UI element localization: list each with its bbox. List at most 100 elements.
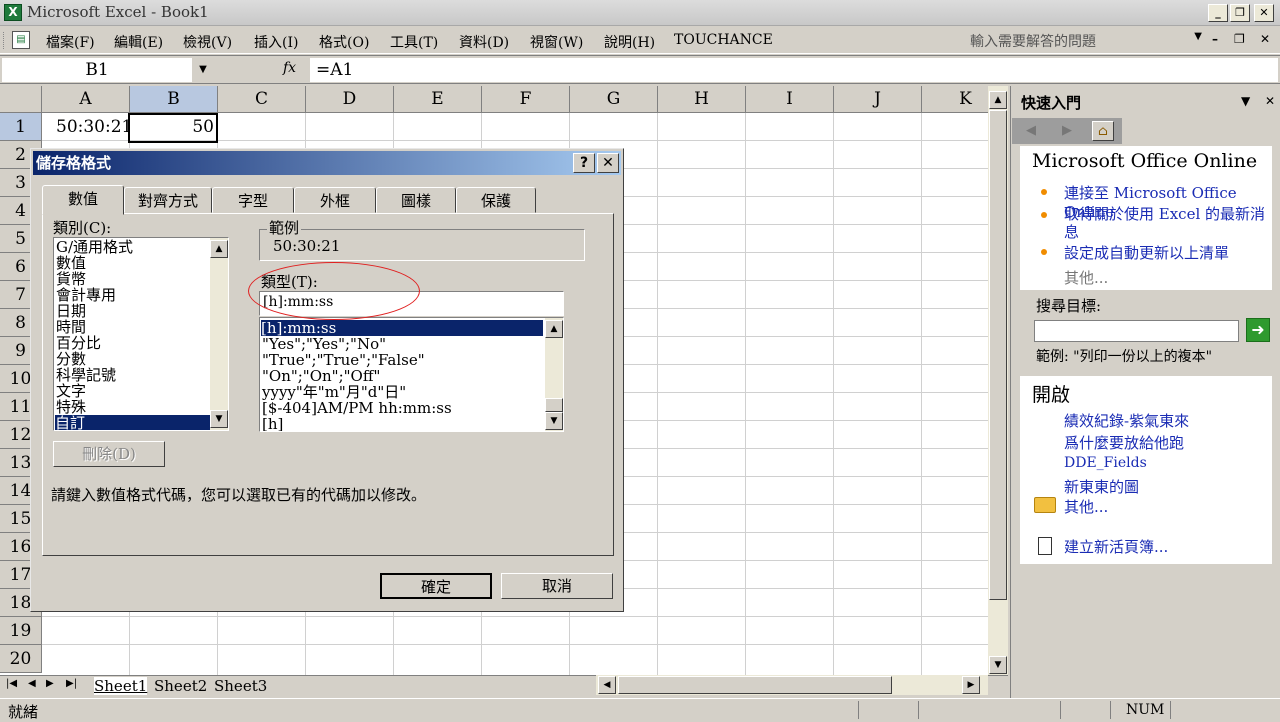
dialog-title-bar[interactable]: 儲存格格式 ? ✕ [33, 151, 621, 175]
menu-edit[interactable]: 編輯(E) [114, 32, 163, 52]
recent-file-1[interactable]: 績效紀錄-紫氣東來 [1064, 410, 1189, 431]
type-item[interactable]: [h]:mm:ss [261, 320, 543, 336]
minimize-button[interactable]: _ [1208, 4, 1228, 22]
insert-function-icon[interactable]: fx [283, 60, 296, 76]
help-icon[interactable]: ? [573, 153, 595, 173]
category-number[interactable]: 數值 [56, 255, 86, 271]
menu-help[interactable]: 說明(H) [604, 32, 655, 52]
recent-file-4[interactable]: 新東東的圖 [1064, 476, 1139, 497]
close-button[interactable]: ✕ [1254, 4, 1274, 22]
category-list[interactable]: G/通用格式 數值 貨幣 會計專用 日期 時間 百分比 分數 科學記號 文字 特… [53, 237, 229, 431]
scroll-up-arrow-icon[interactable]: ▲ [545, 320, 563, 338]
link-more-online[interactable]: 其他... [1064, 267, 1108, 288]
recent-file-3[interactable]: DDE_Fields [1064, 455, 1147, 471]
doc-restore-button[interactable]: ❐ [1234, 32, 1245, 46]
column-header-g[interactable]: G [570, 86, 658, 113]
horizontal-scrollbar[interactable]: ◀ ▶ [596, 675, 988, 695]
category-scientific[interactable]: 科學記號 [56, 367, 116, 383]
tab-alignment[interactable]: 對齊方式 [124, 187, 212, 213]
column-header-d[interactable]: D [306, 86, 394, 113]
category-fraction[interactable]: 分數 [56, 351, 86, 367]
horizontal-scroll-thumb[interactable] [618, 676, 892, 694]
excel-app-icon[interactable]: X [4, 4, 22, 21]
menu-view[interactable]: 檢視(V) [183, 32, 232, 52]
chevron-down-icon[interactable]: ▼ [193, 58, 213, 82]
category-accounting[interactable]: 會計專用 [56, 287, 116, 303]
recent-file-2[interactable]: 爲什麼要放給他跑 [1064, 432, 1184, 453]
column-header-a[interactable]: A [42, 86, 130, 113]
column-header-h[interactable]: H [658, 86, 746, 113]
category-percentage[interactable]: 百分比 [56, 335, 101, 351]
back-icon[interactable]: ◀ [1020, 121, 1042, 141]
last-sheet-icon[interactable]: ▶| [66, 678, 77, 689]
menu-window[interactable]: 視窗(W) [530, 32, 583, 52]
workbook-icon[interactable]: ▤ [12, 31, 30, 49]
cancel-button[interactable]: 取消 [501, 573, 613, 599]
type-scrollbar[interactable]: ▲ ▼ [545, 318, 563, 431]
task-pane-title[interactable]: 快速入門 [1021, 92, 1081, 113]
scroll-left-arrow-icon[interactable]: ◀ [598, 676, 616, 694]
scroll-up-arrow-icon[interactable]: ▲ [989, 91, 1007, 109]
menu-file[interactable]: 檔案(F) [46, 32, 95, 52]
scroll-up-arrow-icon[interactable]: ▲ [210, 240, 228, 258]
category-scrollbar[interactable]: ▲ ▼ [210, 238, 228, 430]
row-header-1[interactable]: 1 [0, 113, 42, 141]
task-pane-close-icon[interactable]: ✕ [1265, 94, 1275, 108]
sheet-tab-sheet2[interactable]: Sheet2 [154, 677, 207, 695]
category-text[interactable]: 文字 [56, 383, 86, 399]
category-special[interactable]: 特殊 [56, 399, 86, 415]
vertical-scroll-thumb[interactable] [989, 110, 1007, 600]
vertical-scrollbar[interactable]: ▲ ▼ [988, 86, 1008, 675]
link-new-workbook[interactable]: 建立新活頁簿... [1064, 536, 1168, 557]
name-box[interactable]: B1 [2, 58, 192, 82]
column-header-c[interactable]: C [218, 86, 306, 113]
prev-sheet-icon[interactable]: ◀ [28, 678, 36, 689]
formula-input[interactable]: =A1 [310, 58, 1278, 82]
type-item[interactable]: yyyy"年"m"月"d"日" [262, 384, 406, 400]
chevron-down-icon[interactable]: ▼ [1194, 31, 1202, 42]
type-scroll-thumb[interactable] [545, 398, 563, 412]
menu-touchance[interactable]: TOUCHANCE [674, 32, 773, 48]
ask-question-box[interactable]: 輸入需要解答的問題 ▼ [970, 31, 1202, 51]
first-sheet-icon[interactable]: |◀ [6, 678, 17, 689]
close-icon[interactable]: ✕ [597, 153, 619, 173]
forward-icon[interactable]: ▶ [1056, 121, 1078, 141]
row-header-19[interactable]: 19 [0, 617, 42, 645]
select-all-corner[interactable] [0, 86, 42, 113]
cell-a1[interactable]: 50:30:21 [52, 113, 136, 141]
column-header-i[interactable]: I [746, 86, 834, 113]
scroll-down-arrow-icon[interactable]: ▼ [545, 412, 563, 430]
delete-button[interactable]: 刪除(D) [53, 441, 165, 467]
restore-button[interactable]: ❐ [1230, 4, 1250, 22]
menu-format[interactable]: 格式(O) [319, 32, 369, 52]
type-item[interactable]: "True";"True";"False" [262, 352, 425, 368]
link-latest-news[interactable]: 取得關於使用 Excel 的最新消息 [1064, 205, 1274, 241]
tab-font[interactable]: 字型 [212, 187, 294, 213]
next-sheet-icon[interactable]: ▶ [46, 678, 54, 689]
row-header-20[interactable]: 20 [0, 645, 42, 673]
type-item[interactable]: [$-404]AM/PM hh:mm:ss [262, 400, 452, 416]
type-item[interactable]: [h] [262, 416, 283, 431]
column-header-f[interactable]: F [482, 86, 570, 113]
tab-border[interactable]: 外框 [294, 187, 376, 213]
toolbar-grip[interactable] [3, 32, 6, 49]
category-custom[interactable]: 自訂 [55, 415, 211, 430]
sheet-tab-sheet1[interactable]: Sheet1 [94, 677, 148, 695]
tab-patterns[interactable]: 圖樣 [376, 187, 456, 213]
type-list[interactable]: [h]:mm:ss "Yes";"Yes";"No" "True";"True"… [259, 317, 564, 432]
tab-protection[interactable]: 保護 [456, 187, 536, 213]
link-auto-update[interactable]: 設定成自動更新以上清單 [1064, 242, 1229, 263]
type-item[interactable]: "Yes";"Yes";"No" [262, 336, 386, 352]
home-icon[interactable]: ⌂ [1092, 121, 1114, 141]
search-go-arrow-icon[interactable]: ➜ [1246, 318, 1270, 342]
sheet-tab-sheet3[interactable]: Sheet3 [214, 677, 267, 695]
type-item[interactable]: "On";"On";"Off" [262, 368, 380, 384]
search-input[interactable] [1034, 320, 1239, 342]
ok-button[interactable]: 確定 [380, 573, 492, 599]
category-date[interactable]: 日期 [56, 303, 86, 319]
doc-minimize-button[interactable]: – [1212, 32, 1218, 46]
link-open-more[interactable]: 其他... [1064, 496, 1108, 517]
menu-tools[interactable]: 工具(T) [390, 32, 438, 52]
category-general[interactable]: G/通用格式 [56, 239, 133, 255]
scroll-right-arrow-icon[interactable]: ▶ [962, 676, 980, 694]
